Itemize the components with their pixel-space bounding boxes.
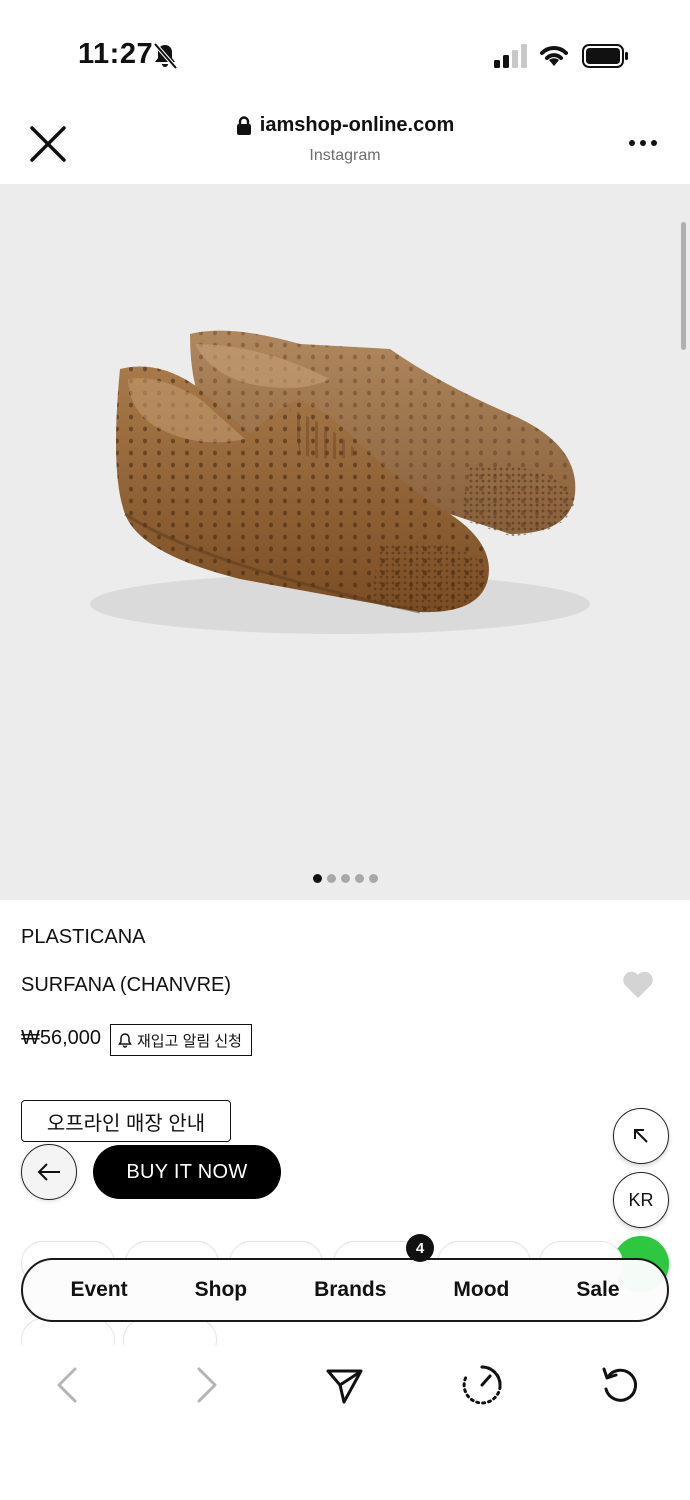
status-time: 11:27 xyxy=(78,38,154,70)
scroll-top-button[interactable] xyxy=(613,1108,669,1164)
heart-icon[interactable] xyxy=(622,970,654,1000)
speed-icon[interactable] xyxy=(460,1363,504,1407)
cellular-signal-icon xyxy=(494,44,527,68)
carousel-dot[interactable] xyxy=(326,874,336,883)
browser-header: iamshop-online.com Instagram xyxy=(0,100,690,184)
share-icon[interactable] xyxy=(322,1363,366,1407)
nav-item-shop[interactable]: Shop xyxy=(195,1278,248,1302)
reload-icon[interactable] xyxy=(598,1363,642,1407)
arrow-up-left-icon xyxy=(634,1129,648,1143)
product-name: SURFANA (CHANVRE) xyxy=(21,974,232,996)
url-text: iamshop-online.com xyxy=(259,114,455,136)
restock-alert-button[interactable]: 재입고 알림 신청 xyxy=(110,1024,252,1056)
carousel-dot[interactable] xyxy=(312,874,322,883)
shoes-illustration xyxy=(90,330,590,634)
nav-item-event[interactable]: Event xyxy=(70,1278,127,1302)
restock-label: 재입고 알림 신청 xyxy=(137,1032,242,1050)
nav-item-mood[interactable]: Mood xyxy=(453,1278,509,1302)
forward-arrow-icon[interactable] xyxy=(184,1363,228,1407)
cart-count-badge: 4 xyxy=(406,1234,434,1262)
bell-icon xyxy=(118,1033,132,1048)
nav-item-sale[interactable]: Sale xyxy=(576,1278,619,1302)
nav-item-brands[interactable]: Brands xyxy=(314,1278,386,1302)
buy-now-button[interactable]: BUY IT NOW xyxy=(93,1145,281,1199)
battery-icon xyxy=(582,44,628,68)
more-icon[interactable] xyxy=(628,138,658,148)
url-source: Instagram xyxy=(309,146,381,164)
bell-slash-icon xyxy=(153,42,178,70)
offline-store-button[interactable]: 오프라인 매장 안내 xyxy=(21,1100,231,1142)
scroll-indicator[interactable] xyxy=(681,222,686,350)
language-button[interactable]: KR xyxy=(613,1172,669,1228)
lock-icon xyxy=(236,115,251,135)
carousel-dot[interactable] xyxy=(354,874,364,883)
wifi-icon xyxy=(540,46,568,66)
carousel-dot[interactable] xyxy=(340,874,350,883)
browser-toolbar xyxy=(0,1345,690,1425)
back-arrow-icon[interactable] xyxy=(46,1363,90,1407)
status-bar: 11:27 xyxy=(0,0,690,100)
product-brand[interactable]: PLASTICANA xyxy=(21,926,145,949)
back-button[interactable] xyxy=(21,1144,77,1200)
product-image[interactable] xyxy=(0,184,690,900)
carousel-dot[interactable] xyxy=(368,874,378,883)
bottom-nav: Event Shop Brands Mood Sale xyxy=(21,1258,669,1322)
url-area[interactable]: iamshop-online.com Instagram xyxy=(0,114,690,165)
carousel-dots[interactable] xyxy=(0,874,690,883)
product-price: ₩56,000 xyxy=(21,1027,102,1049)
arrow-left-icon xyxy=(37,1163,60,1181)
